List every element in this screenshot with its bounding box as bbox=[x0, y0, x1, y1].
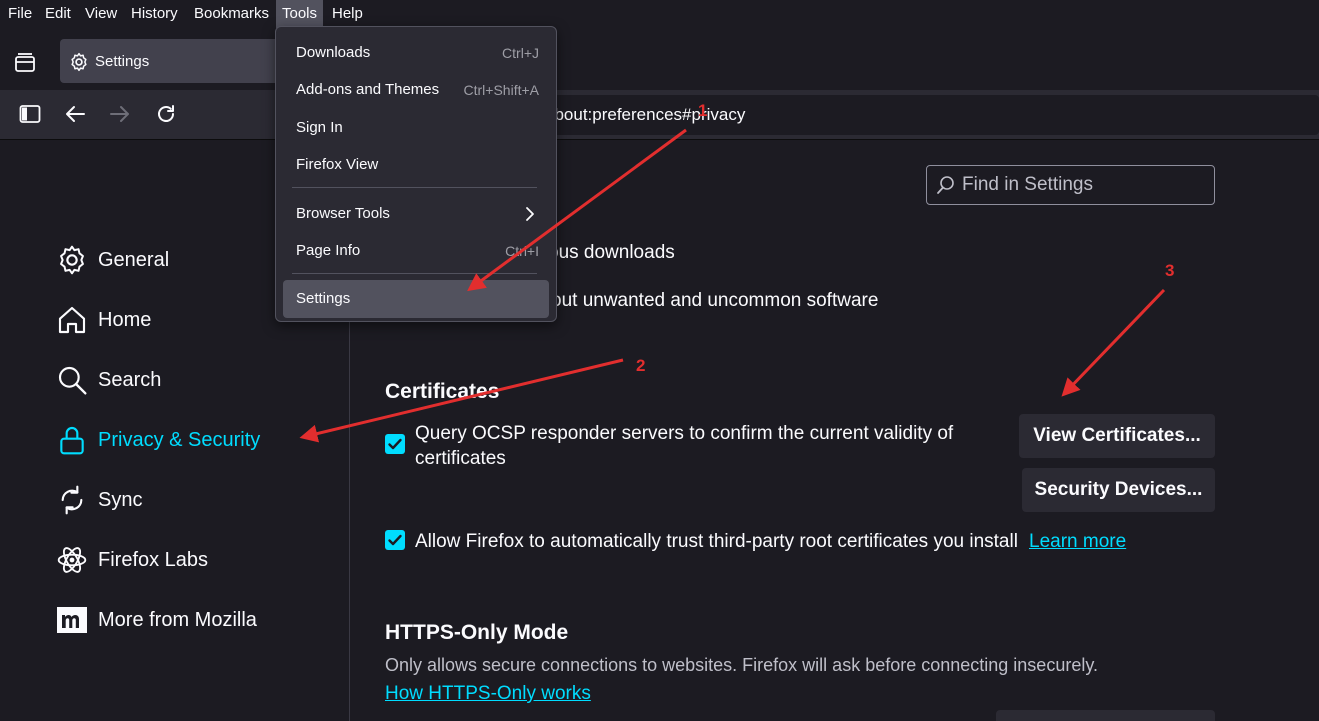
ocsp-checkbox[interactable] bbox=[385, 434, 405, 454]
sidebar-item-label: Search bbox=[98, 369, 162, 391]
trust-root-label: Allow Firefox to automatically trust thi… bbox=[415, 531, 1018, 552]
view-certificates-button[interactable]: View Certificates... bbox=[1019, 414, 1215, 458]
sidebar-item-label: More from Mozilla bbox=[98, 609, 257, 631]
search-placeholder: Find in Settings bbox=[962, 174, 1093, 195]
menu-tools[interactable]: Tools bbox=[276, 0, 324, 28]
https-only-partial-control[interactable] bbox=[996, 710, 1215, 721]
sidebar-item-label: Home bbox=[98, 309, 152, 331]
menu-item-shortcut: Ctrl+Shift+A bbox=[463, 82, 539, 98]
menu-item-downloads[interactable]: Downloads Ctrl+J bbox=[283, 35, 549, 71]
sidebar-item-label: Firefox Labs bbox=[98, 549, 209, 571]
search-icon bbox=[936, 175, 956, 195]
labs-icon bbox=[56, 544, 88, 576]
annotation-arrow-3 bbox=[1061, 288, 1166, 397]
lock-icon bbox=[56, 424, 88, 456]
tools-menu: Downloads Ctrl+J Add-ons and Themes Ctrl… bbox=[275, 26, 557, 322]
certificates-heading: Certificates bbox=[385, 380, 500, 403]
menu-item-browser-tools[interactable]: Browser Tools bbox=[283, 196, 549, 232]
ocsp-label-line2: certificates bbox=[415, 448, 506, 469]
annotation-number-3: 3 bbox=[1165, 261, 1175, 280]
menu-item-firefox-view[interactable]: Firefox View bbox=[283, 147, 549, 183]
reload-icon[interactable] bbox=[155, 103, 177, 125]
sidebar-item-sync[interactable]: Sync bbox=[56, 480, 336, 520]
menu-separator bbox=[292, 187, 537, 188]
sidebar-item-privacy-security[interactable]: Privacy & Security bbox=[56, 420, 336, 460]
menu-item-shortcut: Ctrl+J bbox=[502, 45, 539, 61]
menu-separator bbox=[292, 273, 537, 274]
checkmark-icon bbox=[388, 438, 402, 450]
chevron-right-icon bbox=[525, 206, 535, 227]
security-devices-button[interactable]: Security Devices... bbox=[1022, 468, 1215, 512]
search-icon bbox=[56, 364, 88, 396]
mozilla-icon bbox=[56, 604, 88, 636]
menu-edit[interactable]: Edit bbox=[41, 0, 75, 28]
menu-view[interactable]: View bbox=[81, 0, 121, 28]
menu-item-shortcut: Ctrl+I bbox=[505, 243, 539, 259]
forward-arrow-icon[interactable] bbox=[109, 104, 131, 124]
sidebar-item-search[interactable]: Search bbox=[56, 360, 336, 400]
tab-settings[interactable] bbox=[60, 39, 286, 83]
menu-item-label: Sign In bbox=[296, 119, 343, 136]
sidebar-item-label: Privacy & Security bbox=[98, 429, 261, 451]
sidebar-item-firefox-labs[interactable]: Firefox Labs bbox=[56, 540, 336, 580]
menu-history[interactable]: History bbox=[127, 0, 182, 28]
https-only-description: Only allows secure connections to websit… bbox=[385, 655, 1098, 675]
https-only-heading: HTTPS-Only Mode bbox=[385, 621, 569, 644]
menu-item-label: Firefox View bbox=[296, 156, 379, 173]
menu-item-page-info[interactable]: Page Info Ctrl+I bbox=[283, 233, 549, 269]
back-arrow-icon[interactable] bbox=[64, 104, 86, 124]
menu-item-addons-themes[interactable]: Add-ons and Themes Ctrl+Shift+A bbox=[283, 72, 549, 108]
sidebar-item-label: Sync bbox=[98, 489, 143, 511]
menu-item-label: Settings bbox=[296, 290, 351, 307]
home-icon bbox=[56, 304, 88, 336]
menu-bar: File Edit View History Bookmarks Tools H… bbox=[0, 0, 1319, 28]
menu-item-sign-in[interactable]: Sign In bbox=[283, 110, 549, 146]
sidebar-item-label: General bbox=[98, 249, 170, 271]
sidebar-toggle-icon[interactable] bbox=[19, 104, 41, 124]
warn-software-label: out unwanted and uncommon software bbox=[551, 290, 879, 311]
menu-item-label: Browser Tools bbox=[296, 205, 390, 222]
https-only-link[interactable]: How HTTPS-Only works bbox=[385, 681, 591, 706]
annotation-number-1: 1 bbox=[698, 101, 708, 120]
menu-file[interactable]: File bbox=[4, 0, 36, 28]
annotation-number-2: 2 bbox=[636, 356, 646, 375]
gear-icon bbox=[69, 52, 89, 72]
block-downloads-label: ous downloads bbox=[548, 242, 675, 263]
menu-item-label: Page Info bbox=[296, 242, 361, 259]
tab-title: Settings bbox=[95, 53, 150, 70]
checkmark-icon bbox=[388, 534, 402, 546]
sync-icon bbox=[56, 484, 88, 516]
ocsp-label-line1: Query OCSP responder servers to confirm … bbox=[415, 423, 954, 444]
url-text[interactable]: about:preferences#privacy bbox=[545, 104, 745, 126]
learn-more-link[interactable]: Learn more bbox=[1029, 529, 1126, 554]
sidebar-item-more-from-mozilla[interactable]: More from Mozilla bbox=[56, 600, 336, 640]
menu-bookmarks[interactable]: Bookmarks bbox=[190, 0, 273, 28]
trust-root-checkbox[interactable] bbox=[385, 530, 405, 550]
firefox-view-icon[interactable] bbox=[14, 52, 36, 74]
menu-item-label: Add-ons and Themes bbox=[296, 81, 440, 98]
menu-item-settings[interactable]: Settings bbox=[283, 280, 549, 318]
menu-help[interactable]: Help bbox=[328, 0, 367, 28]
gear-icon bbox=[56, 244, 88, 276]
menu-item-label: Downloads bbox=[296, 44, 371, 61]
